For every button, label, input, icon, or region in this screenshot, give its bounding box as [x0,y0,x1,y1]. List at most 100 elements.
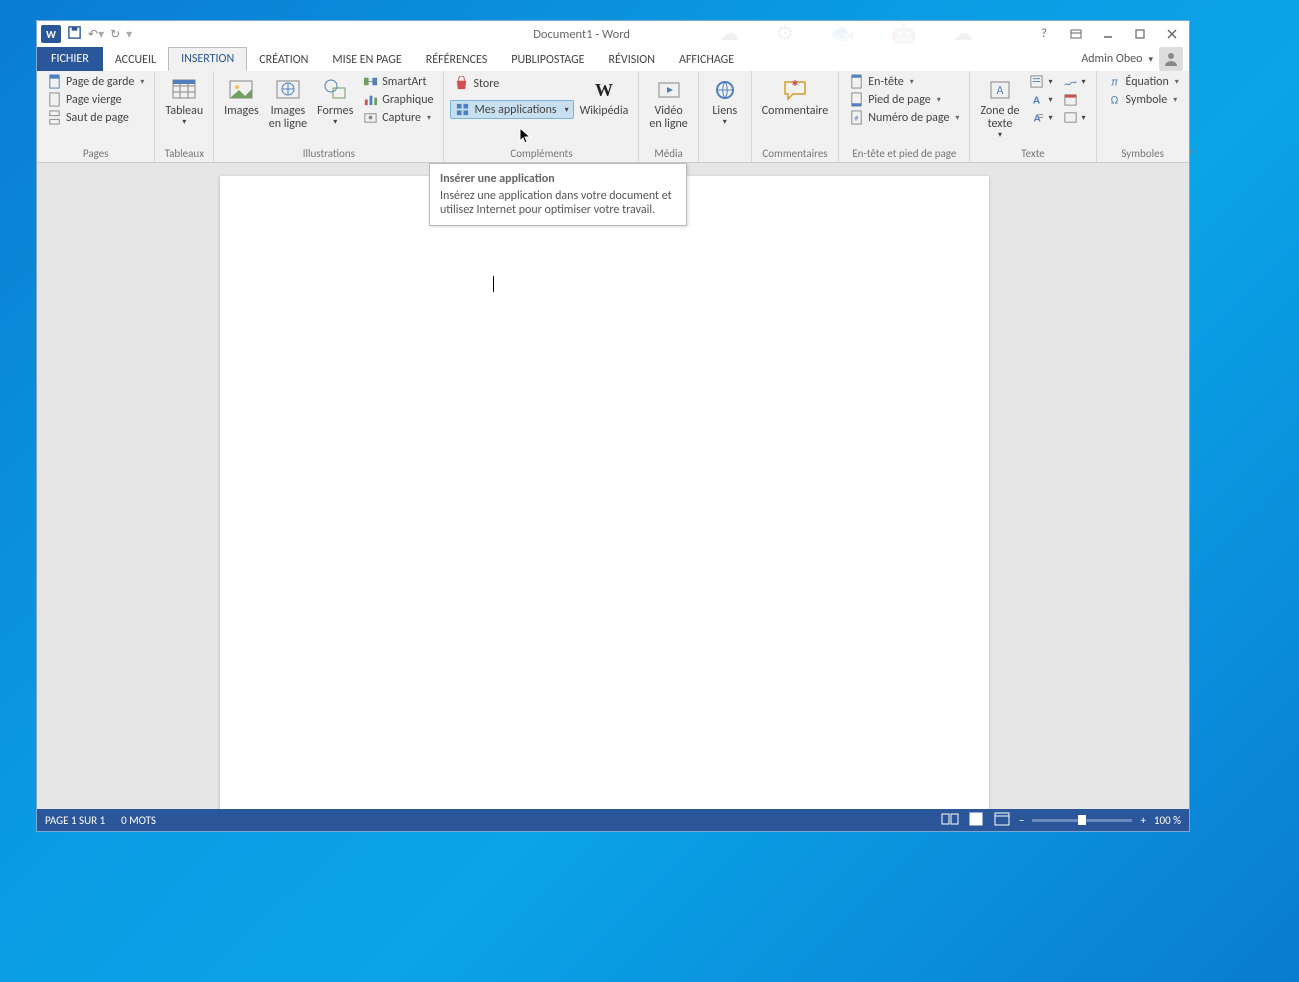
dropcap-button[interactable]: A▾ [1025,109,1056,126]
redo-button[interactable]: ↻ [110,27,120,42]
table-button[interactable]: Tableau▾ [161,73,207,129]
images-online-button[interactable]: Images en ligne [265,73,311,133]
svg-text:π: π [1111,74,1118,89]
equation-button[interactable]: πÉquation [1103,73,1183,90]
group-complements: Store Mes applications▾ WWikipédia Compl… [444,71,639,162]
view-print-layout-button[interactable] [967,811,985,830]
svg-text:✱: ✱ [792,79,799,89]
tab-references[interactable]: RÉFÉRENCES [414,49,500,71]
header-button[interactable]: En-tête [845,73,963,90]
wordart-button[interactable]: A▾ [1025,91,1056,108]
tab-mise-en-page[interactable]: MISE EN PAGE [320,49,413,71]
user-name[interactable]: Admin Obeo [1081,52,1142,66]
wikipedia-icon: W [590,75,618,105]
group-comments: ✱Commentaire Commentaires [752,71,839,162]
tab-revision[interactable]: RÉVISION [597,49,667,71]
svg-text:A: A [996,84,1003,98]
status-bar: PAGE 1 SUR 1 0 MOTS − + 100 % [37,809,1189,831]
user-menu-dropdown[interactable]: ▾ [1148,54,1153,65]
online-video-button[interactable]: Vidéo en ligne [645,73,691,133]
help-button[interactable]: ? [1031,24,1057,44]
quickparts-button[interactable]: ▾ [1025,73,1056,90]
group-label-comments: Commentaires [758,146,832,162]
tab-affichage[interactable]: AFFICHAGE [667,49,746,71]
ribbon: Page de garde Page vierge Saut de page P… [37,71,1189,163]
status-words[interactable]: 0 MOTS [121,814,156,827]
view-read-mode-button[interactable] [941,811,959,830]
group-illustrations: Images Images en ligne Formes▾ SmartArt … [214,71,444,162]
page-number-button[interactable]: #Numéro de page [845,109,963,126]
tooltip: Insérer une application Insérez une appl… [429,163,687,226]
link-icon [711,75,739,105]
tab-publipostage[interactable]: PUBLIPOSTAGE [499,49,596,71]
window-title: Document1 - Word [132,27,1031,42]
maximize-button[interactable] [1127,24,1153,44]
group-label-headerfooter: En-tête et pied de page [845,146,963,162]
group-header-footer: En-tête Pied de page #Numéro de page En-… [839,71,970,162]
svg-text:#: # [855,114,859,123]
group-label-pages: Pages [43,146,148,162]
zoom-in-button[interactable]: + [1140,814,1145,827]
group-label-links [705,146,745,162]
user-avatar-icon[interactable] [1159,47,1183,71]
svg-text:A: A [1034,93,1041,107]
tab-fichier[interactable]: FICHIER [37,47,103,71]
minimize-button[interactable] [1095,24,1121,44]
document-area[interactable] [37,163,1189,809]
my-apps-button[interactable]: Mes applications▾ [450,100,573,119]
textbox-icon: A [986,75,1014,105]
blank-page-button[interactable]: Page vierge [43,91,148,108]
group-label-tables: Tableaux [161,146,207,162]
svg-text:Ω: Ω [1110,93,1118,107]
table-icon [170,75,198,105]
wikipedia-button[interactable]: WWikipédia [576,73,633,120]
video-icon [655,75,683,105]
zoom-out-button[interactable]: − [1019,814,1024,827]
undo-button[interactable]: ↶▾ [88,27,104,42]
signature-button[interactable]: ▾ [1059,73,1090,90]
group-links: Liens▾ [699,71,752,162]
images-icon [227,75,255,105]
tab-creation[interactable]: CRÉATION [247,49,320,71]
title-bar: W ↶▾ ↻ ▾ ☁ ⚙ 🐟 🤖 ☁ Document1 - Word ? [37,21,1189,47]
cover-page-button[interactable]: Page de garde [43,73,148,90]
collapse-ribbon-button[interactable]: ˄ [1189,71,1195,162]
shapes-button[interactable]: Formes▾ [313,73,357,129]
smartart-button[interactable]: SmartArt [359,73,437,90]
status-page[interactable]: PAGE 1 SUR 1 [45,814,105,827]
symbol-button[interactable]: ΩSymbole [1103,91,1183,108]
tab-accueil[interactable]: ACCUEIL [103,49,168,71]
word-app-icon: W [41,25,61,43]
zoom-slider[interactable] [1032,819,1132,822]
group-label-text: Texte [976,146,1089,162]
group-symbols: πÉquation ΩSymbole Symboles [1097,71,1189,162]
links-button[interactable]: Liens▾ [705,73,745,129]
group-text: AZone de texte▾ ▾ A▾ A▾ ▾ ▾ Texte [970,71,1096,162]
document-page[interactable] [220,176,989,809]
zoom-level[interactable]: 100 % [1154,814,1181,827]
group-label-complements: Compléments [450,146,632,162]
group-pages: Page de garde Page vierge Saut de page P… [37,71,155,162]
svg-text:W: W [595,80,613,100]
object-button[interactable]: ▾ [1059,109,1090,126]
store-button[interactable]: Store [450,75,573,92]
images-button[interactable]: Images [220,73,263,120]
text-box-button[interactable]: AZone de texte▾ [976,73,1023,142]
chart-button[interactable]: Graphique [359,91,437,108]
images-online-icon [274,75,302,105]
mouse-cursor-icon [519,127,533,149]
page-break-button[interactable]: Saut de page [43,109,148,126]
save-icon[interactable] [67,25,82,44]
group-media: Vidéo en ligne Média [639,71,698,162]
tab-insertion[interactable]: INSERTION [168,47,247,71]
shapes-icon [321,75,349,105]
view-web-layout-button[interactable] [993,811,1011,830]
svg-text:A: A [1034,111,1041,125]
ribbon-tabs: FICHIER ACCUEIL INSERTION CRÉATION MISE … [37,47,1189,71]
capture-button[interactable]: Capture [359,109,437,126]
ribbon-display-button[interactable] [1063,24,1089,44]
footer-button[interactable]: Pied de page [845,91,963,108]
comment-button[interactable]: ✱Commentaire [758,73,832,120]
close-button[interactable] [1159,24,1185,44]
datetime-button[interactable] [1059,91,1090,108]
